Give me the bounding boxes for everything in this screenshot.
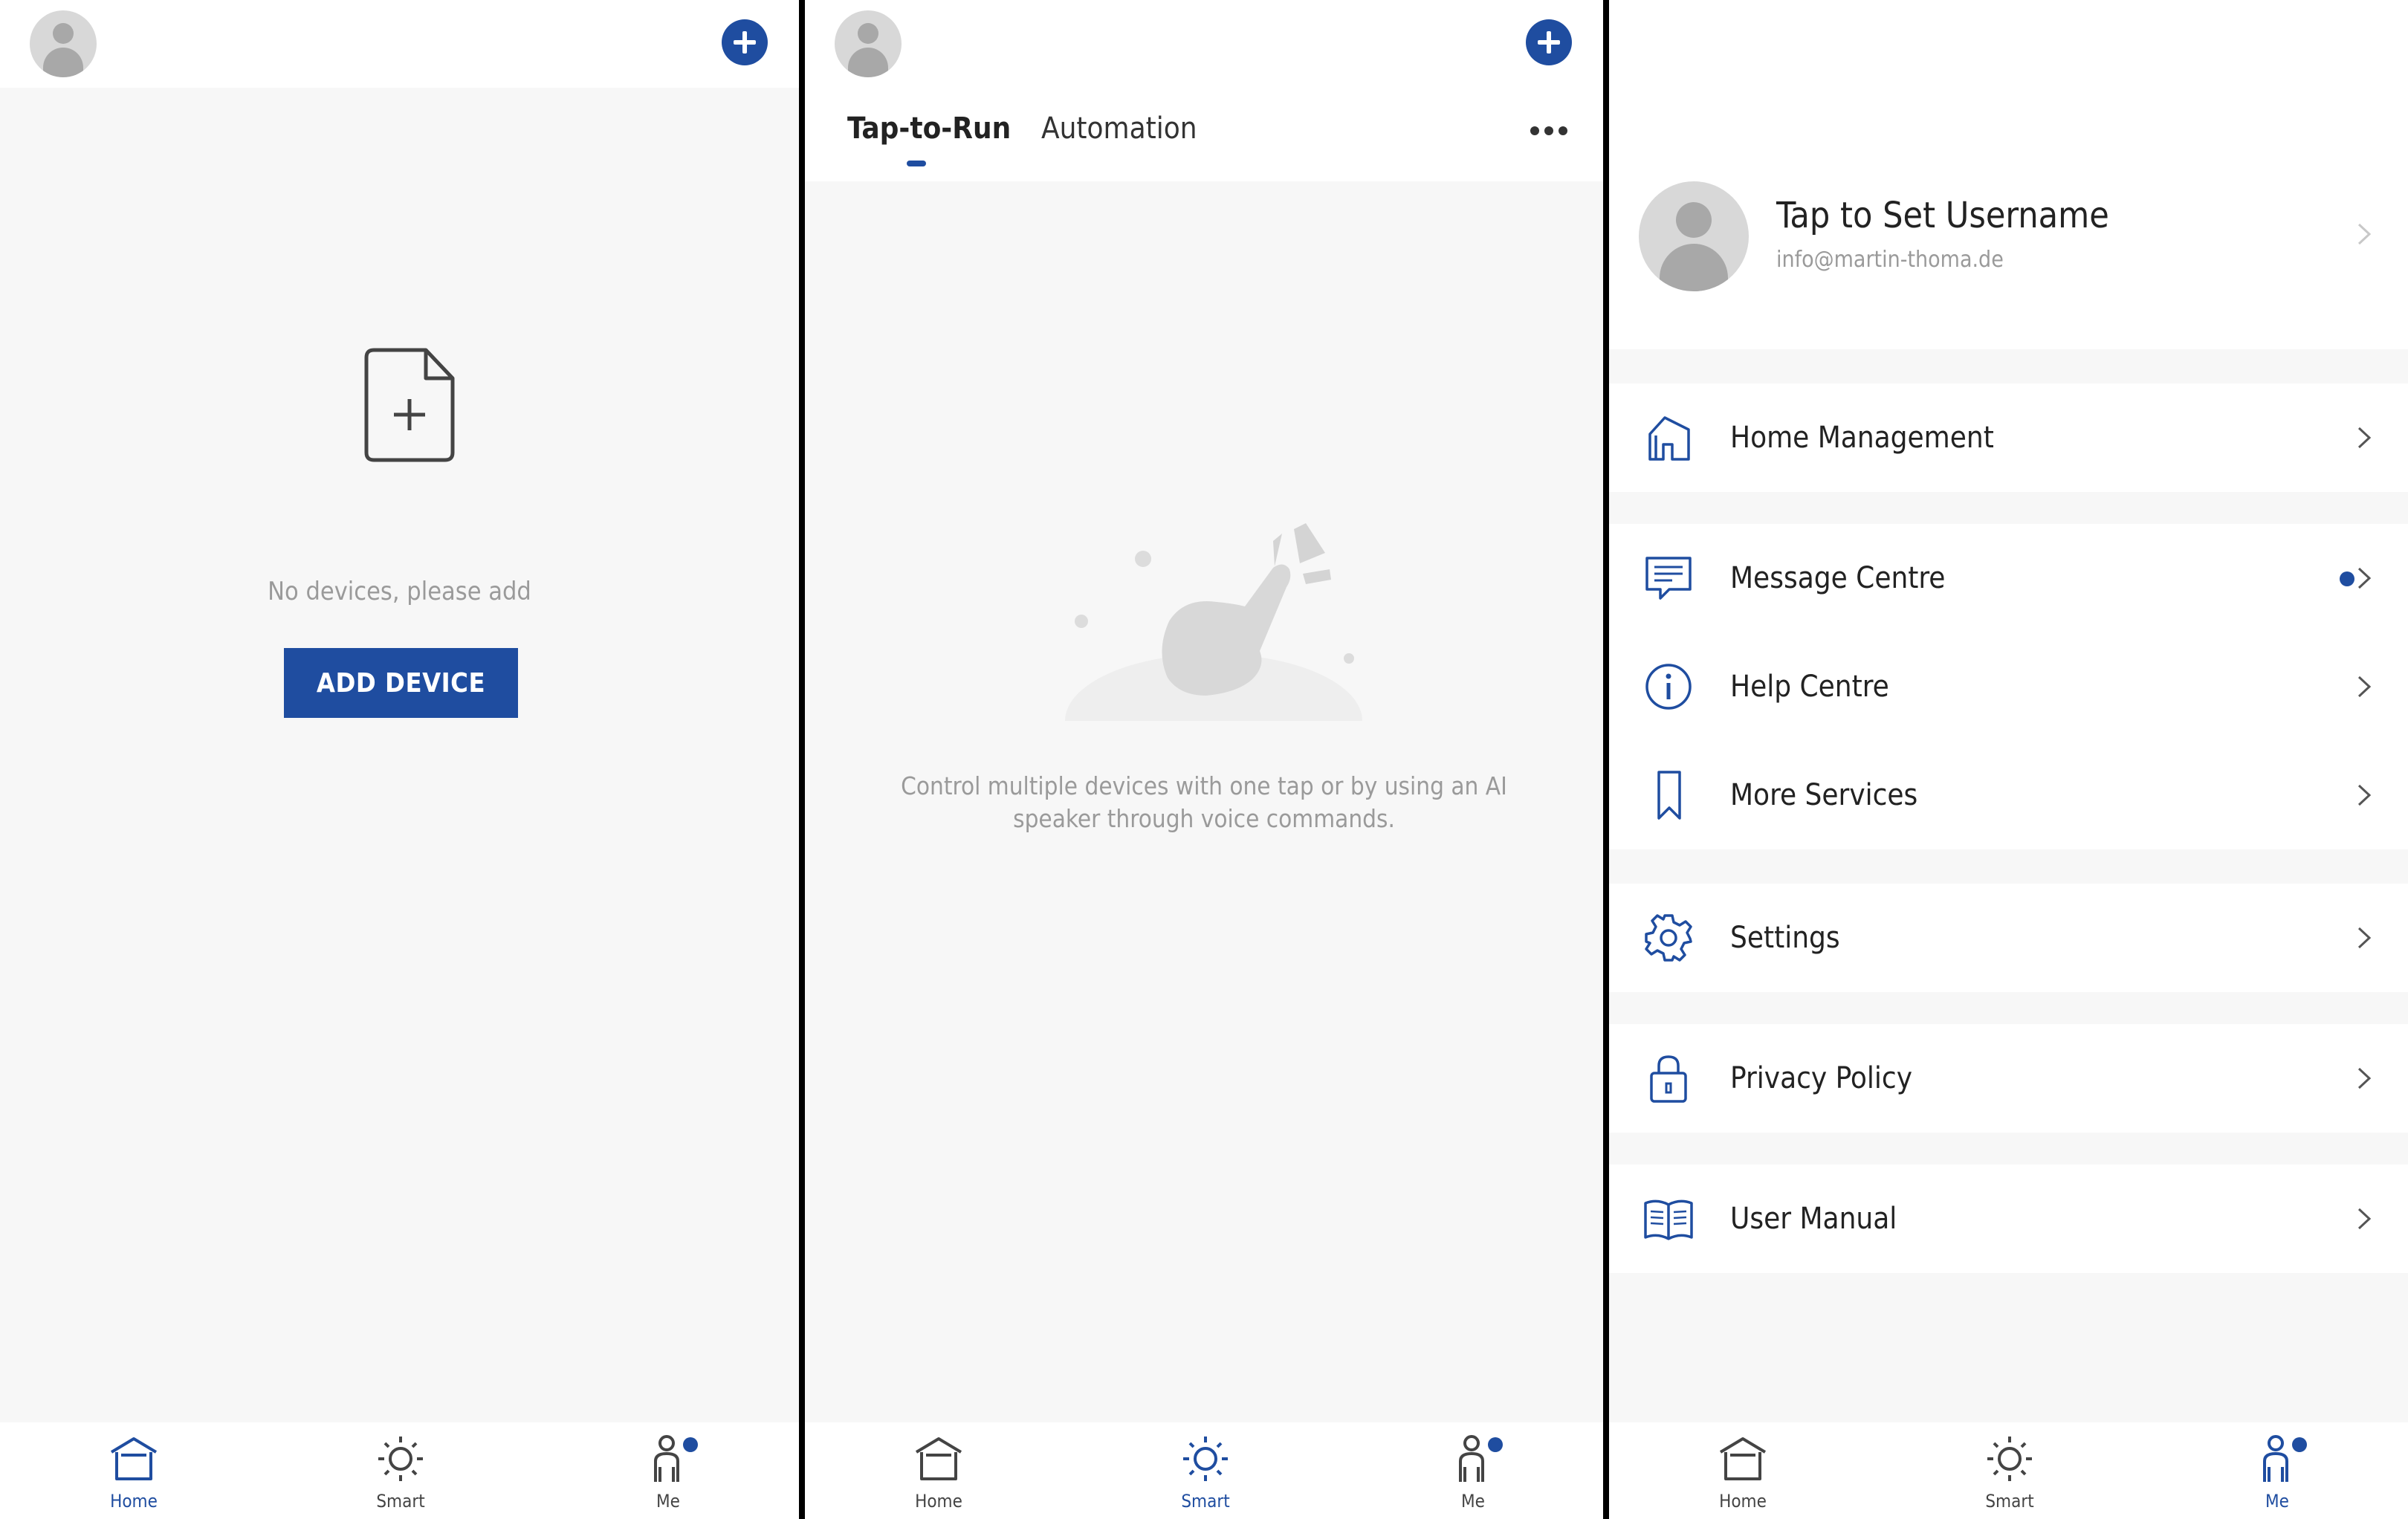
nav-label: Home xyxy=(915,1491,962,1512)
empty-state-text: No devices, please add xyxy=(268,577,531,606)
nav-home[interactable]: Home xyxy=(74,1422,193,1519)
tap-hand-illustration xyxy=(1058,523,1370,728)
chevron-right-icon xyxy=(2357,1067,2372,1089)
active-tab-indicator xyxy=(907,161,926,166)
menu-item-label: Help Centre xyxy=(1730,670,1889,704)
menu-item-label: Settings xyxy=(1730,921,1840,955)
home-icon xyxy=(915,1437,962,1480)
nav-me[interactable]: Me xyxy=(609,1422,728,1519)
menu-group: Privacy Policy xyxy=(1609,1024,2408,1133)
menu-item-help-centre[interactable]: Help Centre xyxy=(1609,632,2408,741)
nav-smart[interactable]: Smart xyxy=(341,1422,460,1519)
avatar[interactable] xyxy=(30,10,97,77)
menu-group: Home Management xyxy=(1609,383,2408,492)
nav-label: Smart xyxy=(376,1491,425,1512)
menu-group: Settings xyxy=(1609,884,2408,992)
menu-item-message-centre[interactable]: Message Centre xyxy=(1609,524,2408,632)
chevron-right-icon xyxy=(2357,567,2372,589)
nav-smart[interactable]: Smart xyxy=(1950,1422,2069,1519)
smart-top-bar: Tap-to-Run Automation xyxy=(805,0,1603,181)
notification-dot xyxy=(2292,1437,2307,1452)
menu-item-home-management[interactable]: Home Management xyxy=(1609,383,2408,492)
empty-state-text: Control multiple devices with one tap or… xyxy=(901,771,1507,833)
menu-item-label: Home Management xyxy=(1730,421,1994,455)
smart-screen: Tap-to-Run Automation Control multiple d… xyxy=(805,0,1603,1519)
chevron-right-icon xyxy=(2357,223,2372,245)
nav-home[interactable]: Home xyxy=(1683,1422,1802,1519)
sun-icon xyxy=(378,1437,423,1481)
avatar[interactable] xyxy=(835,10,902,77)
bottom-nav: Home Smart Me xyxy=(1609,1422,2408,1519)
bottom-nav: Home Smart Me xyxy=(805,1422,1603,1519)
notification-dot xyxy=(1488,1437,1503,1452)
menu-item-settings[interactable]: Settings xyxy=(1609,884,2408,992)
gear-icon xyxy=(1645,914,1692,962)
chevron-right-icon xyxy=(2357,1208,2372,1230)
notification-dot xyxy=(683,1437,698,1452)
plus-circle-icon[interactable] xyxy=(722,19,768,65)
book-icon xyxy=(1644,1199,1693,1240)
message-icon xyxy=(1645,557,1692,600)
chevron-right-icon xyxy=(2357,676,2372,698)
nav-label: Me xyxy=(656,1491,680,1512)
sun-icon xyxy=(1183,1437,1228,1481)
menu-item-user-manual[interactable]: User Manual xyxy=(1609,1165,2408,1273)
bottom-nav: Home Smart Me xyxy=(0,1422,799,1519)
chevron-right-icon xyxy=(2357,784,2372,806)
me-screen: Tap to Set Username info@martin-thoma.de… xyxy=(1609,0,2408,1519)
menu-item-label: Privacy Policy xyxy=(1730,1061,1912,1095)
menu-item-label: Message Centre xyxy=(1730,561,1946,595)
tab-tap-to-run[interactable]: Tap-to-Run xyxy=(847,111,1011,146)
home-screen: No devices, please add ADD DEVICE Home S… xyxy=(0,0,799,1519)
nav-label: Home xyxy=(110,1491,158,1512)
chevron-right-icon xyxy=(2357,427,2372,449)
nav-label: Me xyxy=(2265,1491,2289,1512)
profile-header[interactable]: Tap to Set Username info@martin-thoma.de xyxy=(1609,0,2408,349)
nav-label: Smart xyxy=(1181,1491,1230,1512)
user-email: info@martin-thoma.de xyxy=(1776,247,2004,273)
menu-group: Message Centre Help Centre More Services xyxy=(1609,524,2408,849)
plus-circle-icon[interactable] xyxy=(1526,19,1572,65)
menu-item-privacy-policy[interactable]: Privacy Policy xyxy=(1609,1024,2408,1133)
more-dots-icon[interactable] xyxy=(1530,126,1567,135)
add-device-button[interactable]: ADD DEVICE xyxy=(284,648,518,718)
chevron-right-icon xyxy=(2357,927,2372,949)
username[interactable]: Tap to Set Username xyxy=(1776,195,2109,236)
menu-item-label: More Services xyxy=(1730,778,1918,812)
info-icon xyxy=(1645,664,1692,710)
nav-me[interactable]: Me xyxy=(2218,1422,2337,1519)
nav-smart[interactable]: Smart xyxy=(1146,1422,1265,1519)
add-document-icon xyxy=(364,348,455,462)
home-icon xyxy=(1719,1437,1767,1480)
sun-icon xyxy=(1987,1437,2032,1481)
avatar[interactable] xyxy=(1639,181,1749,291)
screenshot-composite: No devices, please add ADD DEVICE Home S… xyxy=(0,0,2408,1519)
home-icon xyxy=(110,1437,158,1480)
nav-me[interactable]: Me xyxy=(1414,1422,1532,1519)
menu-item-more-services[interactable]: More Services xyxy=(1609,741,2408,849)
menu-group: User Manual xyxy=(1609,1165,2408,1273)
tab-automation[interactable]: Automation xyxy=(1041,111,1197,146)
nav-label: Me xyxy=(1461,1491,1485,1512)
home-top-bar xyxy=(0,0,799,88)
menu-item-label: User Manual xyxy=(1730,1202,1897,1236)
lock-icon xyxy=(1650,1055,1687,1103)
bookmark-icon xyxy=(1657,771,1681,820)
house-icon xyxy=(1648,416,1690,461)
nav-label: Home xyxy=(1719,1491,1767,1512)
nav-home[interactable]: Home xyxy=(879,1422,998,1519)
nav-label: Smart xyxy=(1985,1491,2034,1512)
